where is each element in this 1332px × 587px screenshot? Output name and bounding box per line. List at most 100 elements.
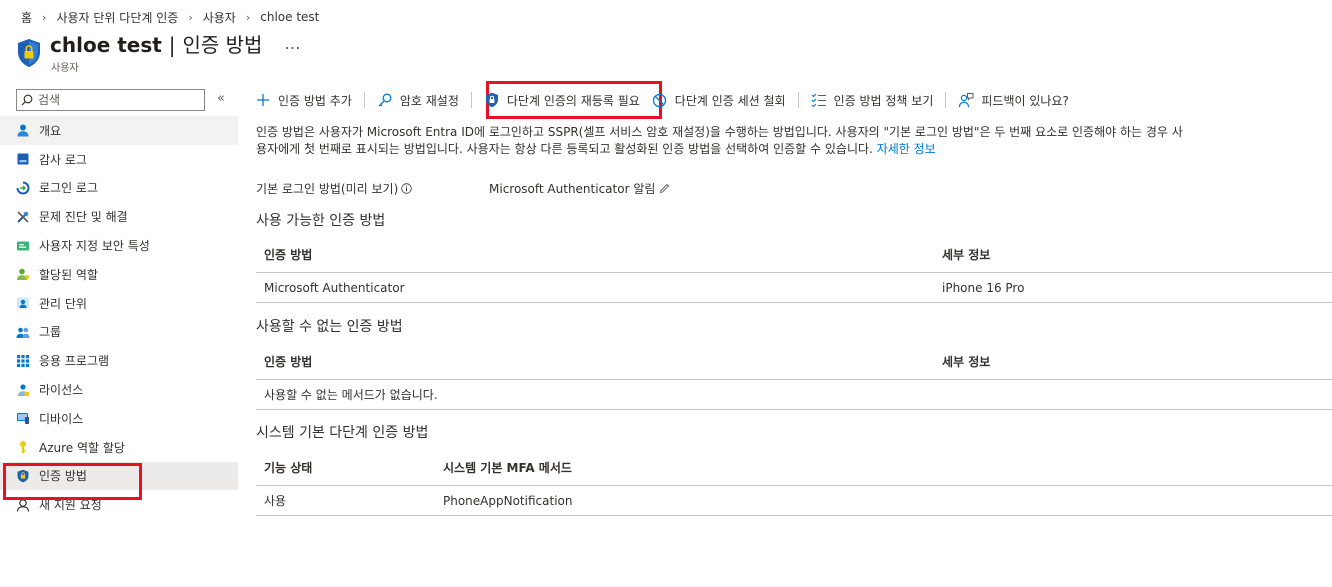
sidebar-nav: 개요 감사 로그 로그인 로그 문제 진단 및 해결 사용자 지정 보안 특성	[0, 116, 238, 519]
sidebar-item-azure-role-assignments[interactable]: Azure 역할 할당	[0, 433, 238, 462]
page-title-name: chloe test	[50, 33, 162, 57]
sidebar-item-label: 관리 단위	[39, 296, 87, 311]
toolbar-divider	[797, 92, 799, 108]
learn-more-link[interactable]: 자세한 정보	[877, 142, 936, 156]
table-header: 인증 방법 세부 정보	[256, 344, 1332, 380]
shield-lock-icon	[484, 92, 500, 108]
status-cell: 사용	[264, 494, 287, 508]
command-bar: 인증 방법 추가 암호 재설정 다단계 인증의 재등록 필요 다단계 인증 세션…	[255, 86, 1069, 114]
default-method-value-group: Microsoft Authenticator 알림	[489, 180, 670, 197]
role-icon	[16, 267, 30, 281]
collapse-sidebar-button[interactable]: «	[217, 91, 225, 106]
sidebar: « 개요 감사 로그 로그인 로그 문제 진단 및 해결	[0, 86, 238, 587]
details-cell: iPhone 16 Pro	[942, 280, 1025, 295]
page-description: 인증 방법은 사용자가 Microsoft Entra ID에 로그인하고 SS…	[256, 124, 1186, 158]
sidebar-item-label: 문제 진단 및 해결	[39, 210, 128, 225]
revoke-mfa-sessions-label: 다단계 인증 세션 철회	[674, 93, 786, 108]
method-cell: Microsoft Authenticator	[264, 280, 405, 295]
toolbar-divider	[470, 92, 472, 108]
description-text: 인증 방법은 사용자가 Microsoft Entra ID에 로그인하고 SS…	[256, 125, 1183, 156]
sidebar-item-devices[interactable]: 디바이스	[0, 404, 238, 433]
add-auth-method-label: 인증 방법 추가	[278, 93, 352, 108]
sidebar-item-label: 로그인 로그	[39, 181, 99, 196]
column-header-status: 기능 상태	[264, 461, 313, 475]
column-header-method: 인증 방법	[264, 248, 313, 262]
reset-password-button[interactable]: 암호 재설정	[377, 86, 459, 114]
signin-log-icon	[16, 181, 30, 195]
sidebar-item-label: 응용 프로그램	[39, 354, 110, 369]
page-subtitle: 사용자	[51, 63, 79, 74]
search-input[interactable]	[38, 93, 188, 107]
table-header: 기능 상태 시스템 기본 MFA 메서드	[256, 450, 1332, 486]
column-header-details: 세부 정보	[942, 355, 991, 369]
breadcrumb: 홈 › 사용자 단위 다단계 인증 › 사용자 › chloe test	[21, 8, 319, 26]
table-row[interactable]: Microsoft Authenticator iPhone 16 Pro	[256, 273, 1332, 303]
require-reregister-mfa-button[interactable]: 다단계 인증의 재등록 필요	[484, 86, 640, 114]
system-mfa-table: 기능 상태 시스템 기본 MFA 메서드 사용 PhoneAppNotifica…	[256, 450, 1332, 516]
wrench-icon	[16, 210, 30, 224]
sidebar-item-troubleshoot[interactable]: 문제 진단 및 해결	[0, 202, 238, 231]
sidebar-item-authentication-methods[interactable]: 인증 방법	[0, 461, 238, 491]
sidebar-item-label: 새 지원 요청	[39, 498, 102, 513]
block-icon	[652, 92, 668, 108]
breadcrumb-mfa[interactable]: 사용자 단위 다단계 인증	[56, 9, 178, 26]
sidebar-search[interactable]	[16, 89, 205, 111]
sidebar-item-new-support-request[interactable]: 새 지원 요청	[0, 490, 238, 519]
mfa-method-cell: PhoneAppNotification	[443, 493, 573, 508]
revoke-mfa-sessions-button[interactable]: 다단계 인증 세션 철회	[652, 86, 786, 114]
toolbar-divider	[363, 92, 365, 108]
feedback-icon	[958, 92, 974, 108]
default-method-label: 기본 로그인 방법(미리 보기)	[256, 182, 399, 196]
edit-pencil-icon[interactable]	[659, 183, 670, 194]
user-icon	[16, 123, 30, 137]
default-signin-method: 기본 로그인 방법(미리 보기) Microsoft Authenticator…	[256, 180, 670, 197]
key-icon	[377, 92, 393, 108]
plus-icon	[255, 92, 271, 108]
sidebar-item-signin-logs[interactable]: 로그인 로그	[0, 174, 238, 203]
sidebar-item-overview[interactable]: 개요	[0, 116, 238, 145]
sidebar-item-label: 감사 로그	[39, 152, 87, 167]
sidebar-item-label: 할당된 역할	[39, 267, 99, 282]
breadcrumb-home[interactable]: 홈	[21, 9, 32, 26]
default-method-value: Microsoft Authenticator 알림	[489, 182, 656, 196]
sidebar-item-label: 사용자 지정 보안 특성	[39, 239, 150, 254]
sidebar-item-label: 라이선스	[39, 383, 84, 398]
chevron-right-icon: ›	[245, 10, 251, 24]
table-row[interactable]: 사용 PhoneAppNotification	[256, 486, 1332, 516]
checklist-icon	[811, 92, 827, 108]
unusable-methods-title: 사용할 수 없는 인증 방법	[256, 319, 403, 335]
view-policy-label: 인증 방법 정책 보기	[833, 93, 934, 108]
sidebar-item-label: 개요	[39, 123, 62, 138]
usable-methods-table: 인증 방법 세부 정보 Microsoft Authenticator iPho…	[256, 237, 1332, 303]
empty-message: 사용할 수 없는 메서드가 없습니다.	[264, 388, 438, 402]
page-title: chloe test | 인증 방법	[50, 30, 262, 60]
sidebar-item-admin-units[interactable]: 관리 단위	[0, 289, 238, 318]
attributes-icon	[16, 239, 30, 253]
view-policy-button[interactable]: 인증 방법 정책 보기	[811, 86, 934, 114]
table-row: 사용할 수 없는 메서드가 없습니다.	[256, 380, 1332, 410]
sidebar-item-custom-security-attributes[interactable]: 사용자 지정 보안 특성	[0, 231, 238, 260]
sidebar-item-label: 그룹	[39, 325, 62, 340]
feedback-button[interactable]: 피드백이 있나요?	[958, 86, 1069, 114]
info-icon[interactable]	[401, 183, 412, 194]
shield-icon	[16, 469, 30, 483]
sidebar-item-applications[interactable]: 응용 프로그램	[0, 346, 238, 375]
breadcrumb-users[interactable]: 사용자	[203, 9, 236, 26]
group-icon	[16, 325, 30, 339]
chevron-right-icon: ›	[188, 10, 193, 24]
sidebar-item-label: Azure 역할 할당	[39, 440, 125, 455]
column-header-method: 인증 방법	[264, 355, 313, 369]
table-header: 인증 방법 세부 정보	[256, 237, 1332, 273]
sidebar-item-assigned-roles[interactable]: 할당된 역할	[0, 260, 238, 289]
breadcrumb-current[interactable]: chloe test	[260, 10, 319, 24]
add-auth-method-button[interactable]: 인증 방법 추가	[255, 86, 352, 114]
column-header-details: 세부 정보	[942, 248, 991, 262]
sidebar-item-label: 인증 방법	[39, 469, 87, 484]
unusable-methods-table: 인증 방법 세부 정보 사용할 수 없는 메서드가 없습니다.	[256, 344, 1332, 410]
page-title-section: 인증 방법	[182, 33, 263, 57]
support-icon	[16, 498, 30, 512]
more-options-button[interactable]: …	[284, 30, 301, 58]
sidebar-item-licenses[interactable]: 라이선스	[0, 375, 238, 404]
sidebar-item-groups[interactable]: 그룹	[0, 318, 238, 347]
sidebar-item-audit-logs[interactable]: 감사 로그	[0, 145, 238, 174]
